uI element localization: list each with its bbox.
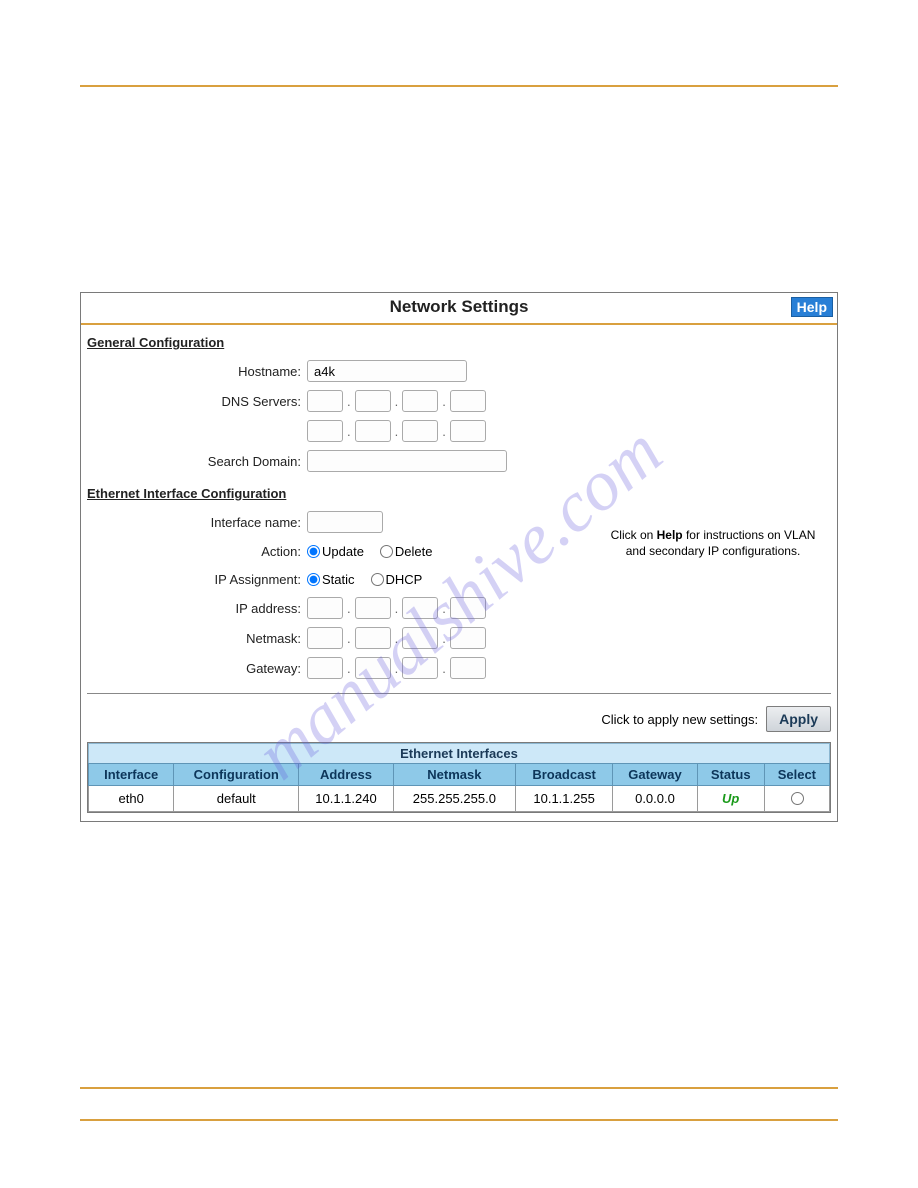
ip-assign-dhcp-text: DHCP [386,572,423,587]
col-broadcast: Broadcast [515,764,612,786]
dns1-oct2[interactable] [355,390,391,412]
netmask-label: Netmask: [87,631,307,646]
cell-broadcast: 10.1.1.255 [515,786,612,812]
gateway-oct4[interactable] [450,657,486,679]
ip-address-label: IP address: [87,601,307,616]
netmask-oct4[interactable] [450,627,486,649]
cell-interface: eth0 [89,786,174,812]
form-divider [87,693,831,694]
action-update-option[interactable]: Update [307,544,364,559]
ip-assign-static-radio[interactable] [307,573,320,586]
dns1-oct1[interactable] [307,390,343,412]
dns1-oct3[interactable] [402,390,438,412]
interface-name-input[interactable] [307,511,383,533]
dns2-oct4[interactable] [450,420,486,442]
bottom-page-rule-1 [80,1087,838,1089]
cell-configuration: default [174,786,299,812]
ipaddr-oct1[interactable] [307,597,343,619]
interface-name-label: Interface name: [87,515,307,530]
gateway-oct3[interactable] [402,657,438,679]
col-address: Address [299,764,394,786]
dns2-oct3[interactable] [402,420,438,442]
hostname-label: Hostname: [87,364,307,379]
action-label: Action: [87,544,307,559]
col-configuration: Configuration [174,764,299,786]
col-netmask: Netmask [393,764,515,786]
dns-servers-label: DNS Servers: [87,394,307,409]
network-settings-panel: Network Settings Help General Configurat… [80,292,838,822]
cell-netmask: 255.255.255.0 [393,786,515,812]
hostname-input[interactable] [307,360,467,382]
bottom-page-rule-2 [80,1119,838,1121]
gateway-label: Gateway: [87,661,307,676]
ip-assign-dhcp-radio[interactable] [371,573,384,586]
ipaddr-oct2[interactable] [355,597,391,619]
section-general-configuration: General Configuration [81,325,837,356]
apply-button[interactable]: Apply [766,706,831,732]
action-update-radio[interactable] [307,545,320,558]
cell-status: Up [697,786,764,812]
netmask-oct2[interactable] [355,627,391,649]
ip-assign-static-option[interactable]: Static [307,572,355,587]
ipaddr-oct4[interactable] [450,597,486,619]
table-title: Ethernet Interfaces [88,743,830,763]
ip-assign-dhcp-option[interactable]: DHCP [371,572,423,587]
ip-assign-static-text: Static [322,572,355,587]
col-interface: Interface [89,764,174,786]
cell-select [764,786,829,812]
dns1-oct4[interactable] [450,390,486,412]
ip-assignment-label: IP Assignment: [87,572,307,587]
ipaddr-oct3[interactable] [402,597,438,619]
top-page-rule [80,85,838,87]
search-domain-label: Search Domain: [87,454,307,469]
netmask-oct3[interactable] [402,627,438,649]
netmask-oct1[interactable] [307,627,343,649]
panel-title: Network Settings [390,297,529,316]
gateway-oct2[interactable] [355,657,391,679]
table-row: eth0 default 10.1.1.240 255.255.255.0 10… [89,786,830,812]
search-domain-input[interactable] [307,450,507,472]
gateway-oct1[interactable] [307,657,343,679]
row-select-radio[interactable] [791,792,804,805]
apply-prompt: Click to apply new settings: [601,712,758,727]
dns2-oct1[interactable] [307,420,343,442]
col-status: Status [697,764,764,786]
help-button[interactable]: Help [791,297,833,317]
dns2-oct2[interactable] [355,420,391,442]
action-delete-radio[interactable] [380,545,393,558]
cell-gateway: 0.0.0.0 [613,786,697,812]
cell-address: 10.1.1.240 [299,786,394,812]
action-delete-text: Delete [395,544,433,559]
col-select: Select [764,764,829,786]
ethernet-interfaces-table: Ethernet Interfaces Interface Configurat… [87,742,831,813]
action-update-text: Update [322,544,364,559]
section-ethernet-configuration: Ethernet Interface Configuration [81,476,837,507]
vlan-help-note: Click on Help for instructions on VLAN a… [593,527,833,559]
panel-header: Network Settings Help [81,293,837,325]
col-gateway: Gateway [613,764,697,786]
action-delete-option[interactable]: Delete [380,544,433,559]
